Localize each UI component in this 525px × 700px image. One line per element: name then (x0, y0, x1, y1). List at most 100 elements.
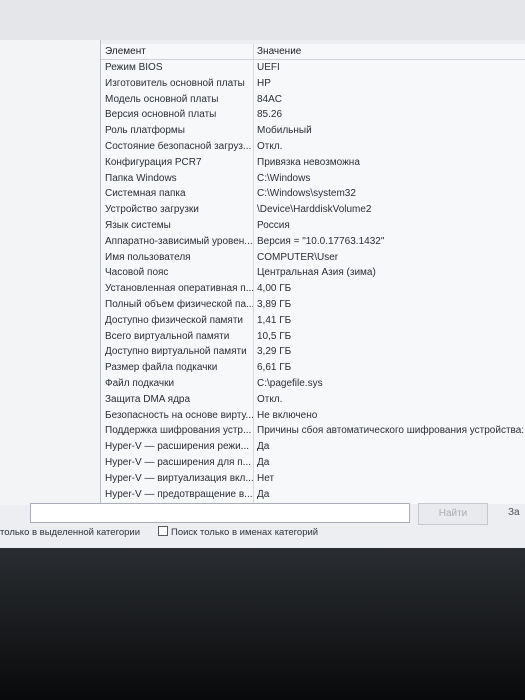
table-row[interactable]: Изготовитель основной платы HP (101, 76, 525, 92)
row-value: Да (257, 441, 270, 453)
laptop-bezel (0, 548, 525, 700)
table-row[interactable]: Hyper-V — расширения для п... Да (101, 455, 525, 471)
row-value: 4,00 ГБ (257, 283, 292, 295)
search-selected-category-label: только в выделенной категории (0, 527, 141, 538)
row-element-name: Режим BIOS (105, 62, 163, 73)
column-header-element[interactable]: Элемент (105, 44, 253, 60)
row-element-name: Аппаратно-зависимый уровен... (105, 235, 253, 247)
row-element-name: Состояние безопасной загруз... (105, 141, 252, 152)
table-row[interactable]: Hyper-V — расширения режи... Да (101, 439, 525, 455)
row-value: Да (257, 457, 270, 468)
row-element-name: Изготовитель основной платы (105, 77, 245, 89)
row-value: Причины сбоя автоматического шифрования … (257, 425, 525, 437)
row-element-name: Hyper-V — расширения для п... (105, 457, 252, 468)
table-row[interactable]: Hyper-V — предотвращение в... Да (101, 487, 525, 503)
row-value: Откл. (257, 141, 283, 152)
row-value: Не включено (257, 409, 318, 421)
row-element-name: Всего виртуальной памяти (105, 330, 230, 342)
row-value: 10,5 ГБ (257, 330, 292, 342)
table-row[interactable]: Установленная оперативная п... 4,00 ГБ (101, 281, 525, 297)
table-row[interactable]: Версия основной платы 85.26 (101, 107, 525, 123)
row-element-name: Установленная оперативная п... (105, 283, 253, 295)
system-information-window: Элемент Значение Режим BIOS UEFI Изготовит… (0, 0, 525, 548)
row-value: C:\Windows (257, 172, 311, 184)
row-element-name: Папка Windows (105, 172, 177, 184)
row-value: \Device\HarddiskVolume2 (257, 204, 372, 216)
table-row[interactable]: Часовой пояс Центральная Азия (зима) (101, 265, 525, 281)
table-row[interactable]: Папка Windows C:\Windows (101, 171, 525, 187)
row-value: 6,61 ГБ (257, 362, 292, 374)
row-element-name: Hyper-V — расширения режи... (105, 441, 250, 453)
row-element-name: Файл подкачки (105, 378, 175, 389)
row-value: Россия (257, 220, 290, 231)
row-value: C:\Windows\system32 (257, 188, 356, 200)
row-value: Мобильный (257, 125, 312, 137)
row-value: 3,29 ГБ (257, 346, 292, 358)
row-value: 84AC (257, 93, 283, 105)
row-value: HP (257, 77, 271, 89)
system-summary-table: Элемент Значение Режим BIOS UEFI Изготовит… (101, 44, 525, 504)
table-row[interactable]: Состояние безопасной загруз... Откл. (101, 139, 525, 155)
table-row[interactable]: Всего виртуальной памяти 10,5 ГБ (101, 329, 525, 345)
close-find-button[interactable]: За (508, 503, 525, 523)
table-row[interactable]: Язык системы Россия (101, 218, 525, 234)
row-element-name: Имя пользователя (105, 251, 191, 263)
table-row[interactable]: Конфигурация PCR7 Привязка невозможна (101, 155, 525, 171)
category-tree-panel[interactable] (0, 40, 101, 505)
row-element-name: Устройство загрузки (105, 204, 199, 216)
row-value: 85.26 (257, 109, 283, 121)
find-button[interactable]: Найти (418, 503, 488, 525)
table-row[interactable]: Роль платформы Мобильный (101, 123, 525, 139)
row-value: UEFI (257, 62, 280, 73)
column-header-value[interactable]: Значение (257, 44, 525, 60)
title-area (0, 0, 525, 40)
row-value: 1,41 ГБ (257, 314, 292, 326)
row-element-name: Модель основной платы (105, 93, 219, 105)
row-element-name: Hyper-V — предотвращение в... (105, 488, 253, 500)
table-row[interactable]: Поддержка шифрования устр... Причины сбоя… (101, 423, 525, 439)
table-row[interactable]: Доступно виртуальной памяти 3,29 ГБ (101, 344, 525, 360)
table-row[interactable]: Устройство загрузки \Device\HarddiskVolum… (101, 202, 525, 218)
row-value: Версия = "10.0.17763.1432" (257, 235, 385, 247)
table-row[interactable]: Системная папка C:\Windows\system32 (101, 186, 525, 202)
table-row[interactable]: Модель основной платы 84AC (101, 92, 525, 108)
row-value: 3,89 ГБ (257, 299, 292, 310)
table-row[interactable]: Доступно физической памяти 1,41 ГБ (101, 313, 525, 329)
row-element-name: Конфигурация PCR7 (105, 156, 202, 168)
search-category-names-checkbox[interactable] (158, 526, 168, 536)
table-row[interactable]: Аппаратно-зависимый уровен... Версия = "1… (101, 234, 525, 250)
row-element-name: Безопасность на основе вирту... (105, 409, 253, 421)
row-element-name: Hyper-V — виртуализация вкл... (105, 472, 253, 484)
table-row[interactable]: Размер файла подкачки 6,61 ГБ (101, 360, 525, 376)
table-row[interactable]: Режим BIOS UEFI (101, 60, 525, 76)
row-element-name: Системная папка (105, 188, 186, 200)
row-value: Центральная Азия (зима) (257, 267, 376, 279)
row-element-name: Роль платформы (105, 125, 185, 137)
table-row[interactable]: Файл подкачки C:\pagefile.sys (101, 376, 525, 392)
row-value: Да (257, 488, 270, 500)
table-row[interactable]: Hyper-V — виртуализация вкл... Нет (101, 471, 525, 487)
row-element-name: Размер файла подкачки (105, 362, 218, 374)
table-row[interactable]: Защита DMA ядра Откл. (101, 392, 525, 408)
row-value: Привязка невозможна (257, 156, 360, 168)
table-row[interactable]: Полный объем физической па... 3,89 ГБ (101, 297, 525, 313)
table-row[interactable]: Имя пользователя COMPUTER\User (101, 250, 525, 266)
row-value: Откл. (257, 393, 283, 405)
row-element-name: Версия основной платы (105, 109, 217, 121)
row-element-name: Защита DMA ядра (105, 393, 191, 405)
row-element-name: Доступно физической памяти (105, 314, 244, 326)
row-value: C:\pagefile.sys (257, 378, 323, 389)
row-element-name: Полный объем физической па... (105, 299, 253, 310)
search-category-names-option[interactable]: Поиск только в именах категорий (158, 526, 318, 540)
row-element-name: Поддержка шифрования устр... (105, 425, 252, 437)
table-header-row: Элемент Значение (101, 44, 525, 60)
row-element-name: Язык системы (105, 220, 171, 231)
search-input[interactable] (30, 503, 410, 523)
row-value: COMPUTER\User (257, 251, 339, 263)
row-element-name: Часовой пояс (105, 267, 169, 279)
search-selected-category-option[interactable]: только в выделенной категории (0, 526, 140, 540)
row-element-name: Доступно виртуальной памяти (105, 346, 247, 358)
table-row[interactable]: Безопасность на основе вирту... Не включе… (101, 408, 525, 424)
search-category-names-label: Поиск только в именах категорий (171, 527, 319, 538)
row-value: Нет (257, 472, 275, 484)
